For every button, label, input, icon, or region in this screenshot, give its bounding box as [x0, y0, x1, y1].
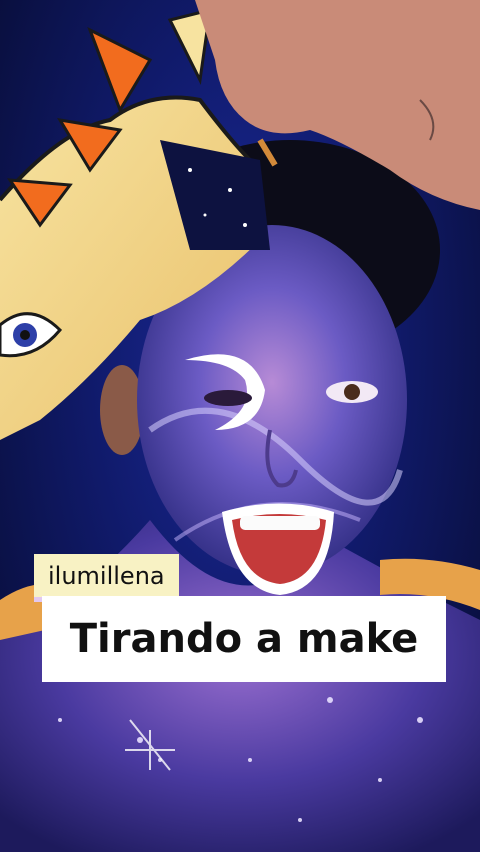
- caption-box: Tirando a make: [42, 596, 446, 682]
- username-tag[interactable]: ilumillena: [34, 554, 179, 602]
- username-label: ilumillena: [48, 561, 165, 590]
- galaxy-makeup-illustration: [0, 0, 480, 852]
- video-frame[interactable]: [0, 0, 480, 852]
- caption-text: Tirando a make: [69, 616, 419, 662]
